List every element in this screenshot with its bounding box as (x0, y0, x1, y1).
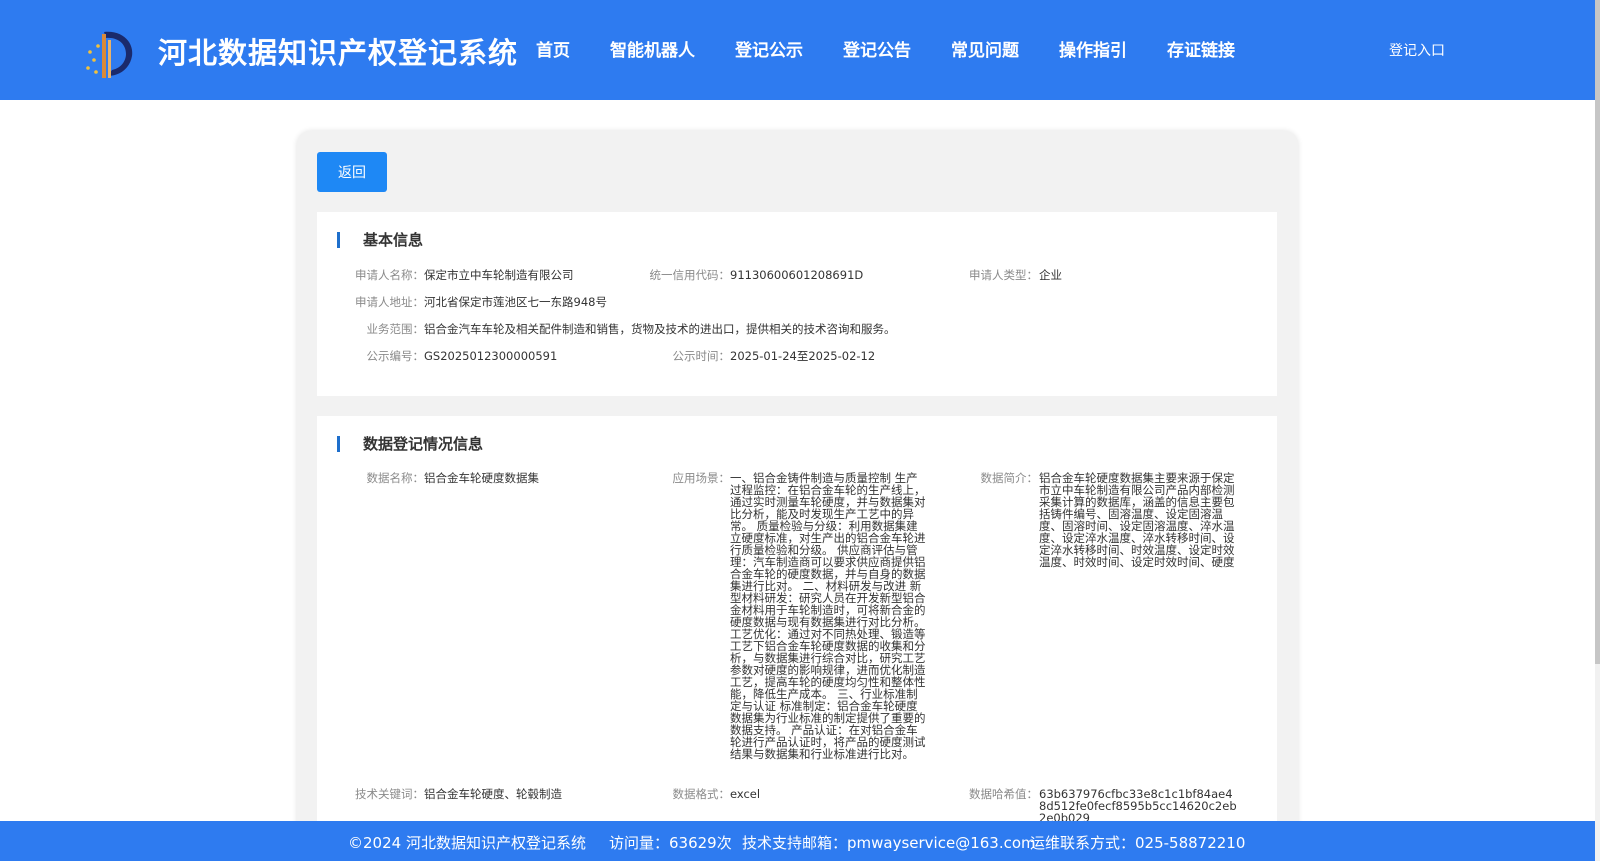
field-label: 业务范围： (366, 322, 425, 336)
field-value: 企业 (1039, 268, 1062, 282)
field-value: excel (730, 787, 761, 801)
nav-robot[interactable]: 智能机器人 (610, 36, 695, 61)
field-value: 保定市立中车轮制造有限公司 (424, 268, 574, 282)
site-title: 河北数据知识产权登记系统 (158, 36, 519, 70)
main-nav: 首页 智能机器人 登记公示 登记公告 常见问题 操作指引 存证链接 (536, 36, 1275, 61)
field-value: GS2025012300000591 (424, 349, 558, 363)
back-button[interactable]: 返回 (317, 152, 387, 192)
field-label: 申请人名称： (355, 268, 424, 282)
basic-info-section: 基本信息 申请人名称： 保定市立中车轮制造有限公司 统一信用代码： 911306… (317, 212, 1277, 396)
field-value: 铝合金车轮硬度、轮毂制造 (424, 787, 562, 801)
page-footer: ©2024 河北数据知识产权登记系统 访问量：63629次 技术支持邮箱：pmw… (0, 821, 1595, 861)
logo-icon (86, 31, 133, 78)
nav-publicity[interactable]: 登记公示 (735, 36, 803, 61)
field-label: 应用场景： (672, 471, 731, 485)
field-label: 公示编号： (366, 349, 425, 363)
field-value: 91130600601208691D (730, 268, 864, 282)
field-value: 2025-01-24至2025-02-12 (730, 349, 876, 363)
nav-evidence-link[interactable]: 存证链接 (1167, 36, 1235, 61)
footer-email: 技术支持邮箱：pmwayservice@163.com (742, 834, 1036, 852)
field-label: 统一信用代码： (649, 268, 731, 282)
scrollbar-thumb[interactable] (1595, 0, 1600, 664)
field-value: 河北省保定市莲池区七一东路948号 (424, 295, 607, 309)
footer-visits: 访问量：63629次 (609, 834, 732, 852)
field-label: 数据名称： (366, 471, 425, 485)
field-value: 铝合金车轮硬度数据集主要来源于保定市立中车轮制造有限公司产品内部检测采集计算的数… (1039, 471, 1235, 569)
field-value: 63b637976cfbc33e8c1c1bf84ae48d512fe0fecf… (1039, 787, 1237, 825)
field-value: 一、铝合金铸件制造与质量控制 生产过程监控：在铝合金车轮的生产线上，通过实时测量… (730, 471, 926, 761)
nav-guide[interactable]: 操作指引 (1059, 36, 1127, 61)
page-scrollbar[interactable] (1595, 0, 1600, 861)
nav-home[interactable]: 首页 (536, 36, 570, 61)
field-label: 技术关键词： (355, 787, 424, 801)
top-header: 河北数据知识产权登记系统 首页 智能机器人 登记公示 登记公告 常见问题 操作指… (0, 0, 1595, 100)
field-label: 数据简介： (980, 471, 1039, 485)
nav-announcement[interactable]: 登记公告 (843, 36, 911, 61)
field-label: 数据格式： (672, 787, 731, 801)
footer-phone: 运维联系方式：025-58872210 (1030, 834, 1246, 852)
field-label: 申请人地址： (355, 295, 424, 309)
nav-faq[interactable]: 常见问题 (951, 36, 1019, 61)
field-label: 公示时间： (672, 349, 731, 363)
field-label: 数据哈希值： (969, 787, 1038, 801)
login-link[interactable]: 登记入口 (1389, 40, 1445, 60)
field-value: 铝合金汽车车轮及相关配件制造和销售，货物及技术的进出口，提供相关的技术咨询和服务… (424, 322, 896, 336)
field-label: 申请人类型： (969, 268, 1038, 282)
section-title-registration: 数据登记情况信息 (337, 436, 483, 452)
registration-info-section: 数据登记情况信息 数据名称： 铝合金车轮硬度数据集 应用场景： 一、铝合金铸件制… (317, 416, 1277, 861)
section-title-basic: 基本信息 (337, 232, 423, 248)
footer-copyright: ©2024 河北数据知识产权登记系统 (348, 834, 586, 852)
detail-card: 返回 基本信息 申请人名称： 保定市立中车轮制造有限公司 统一信用代码： 911… (297, 131, 1298, 861)
field-value: 铝合金车轮硬度数据集 (424, 471, 539, 485)
